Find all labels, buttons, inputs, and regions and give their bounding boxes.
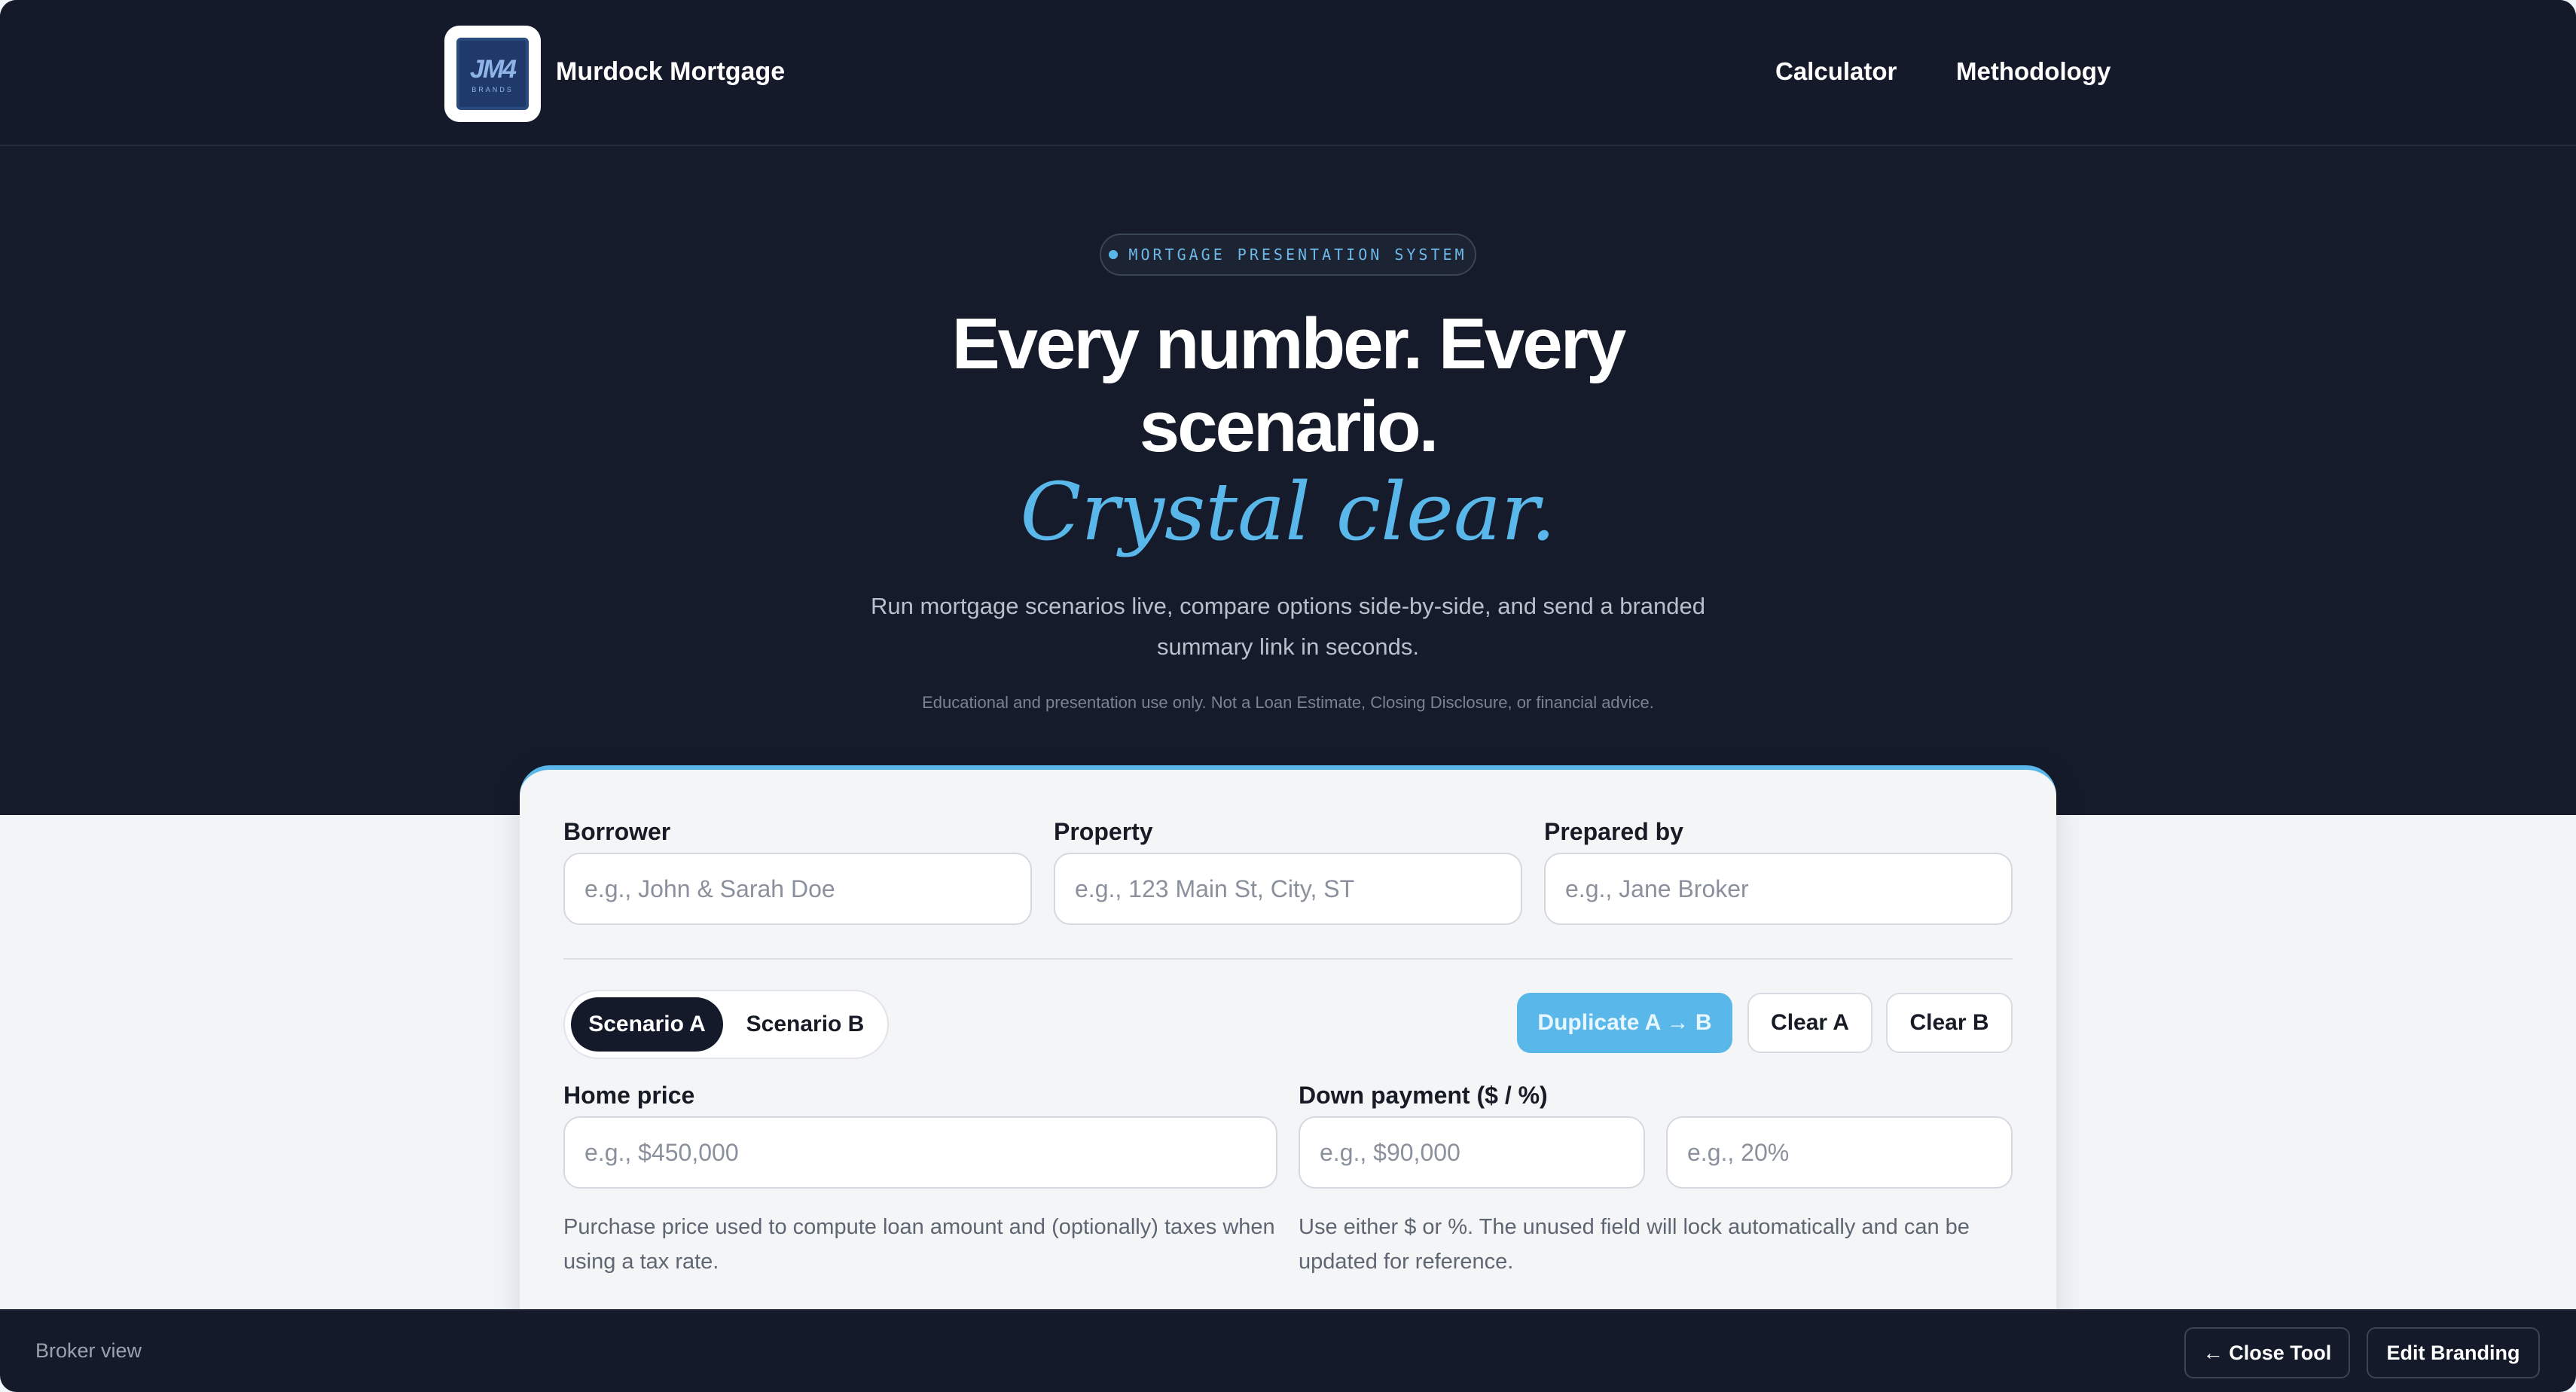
app-frame: JM4 BRANDS Murdock Mortgage Calculator M… [0,0,2576,1392]
edit-branding-button[interactable]: Edit Branding [2367,1327,2540,1378]
calculator-card: Borrower Property Prepared by Scenario A… [520,765,2056,1392]
top-nav-bar: JM4 BRANDS Murdock Mortgage Calculator M… [0,0,2576,146]
nav-calculator-link[interactable]: Calculator [1775,57,1897,86]
bottom-toolbar: Broker view ← Close Tool Edit Branding [0,1309,2576,1392]
prepared-by-label: Prepared by [1544,818,1683,845]
property-input[interactable] [1054,853,1522,925]
borrower-label: Borrower [563,818,671,845]
hero-title: Every number. Every scenario. [951,304,1627,467]
tab-scenario-b[interactable]: Scenario B [726,997,884,1052]
scenario-toggle: Scenario A Scenario B [563,990,889,1059]
status-dot-icon [1109,250,1119,259]
home-price-input[interactable] [563,1116,1277,1189]
duplicate-a-to-b-button[interactable]: Duplicate A → B [1517,993,1732,1053]
brand-logo[interactable]: JM4 BRANDS [444,26,541,122]
tab-scenario-a[interactable]: Scenario A [571,997,723,1052]
brand-name[interactable]: Murdock Mortgage [556,57,785,87]
hero-pill-label: MORTGAGE PRESENTATION SYSTEM [1128,246,1467,264]
home-price-help: Purchase price used to compute loan amou… [563,1215,1275,1274]
clear-a-button[interactable]: Clear A [1747,993,1872,1053]
home-price-label: Home price [563,1082,695,1109]
hero-disclaimer: Educational and presentation use only. N… [922,693,1654,712]
broker-view-label: Broker view [35,1339,142,1362]
logo-mark-text: JM4 [469,54,517,84]
down-payment-percent-input[interactable] [1666,1116,2013,1189]
close-tool-button[interactable]: ← Close Tool [2184,1327,2350,1378]
logo-emblem-icon: JM4 BRANDS [456,38,529,110]
down-payment-amount-input[interactable] [1299,1116,1645,1189]
property-label: Property [1054,818,1153,845]
hero-accent-title: Crystal clear. [1020,466,1556,558]
prepared-by-input[interactable] [1544,853,2013,925]
nav-methodology-link[interactable]: Methodology [1956,57,2111,86]
section-divider [563,958,2013,960]
down-payment-label: Down payment ($ / %) [1299,1082,1548,1109]
clear-b-button[interactable]: Clear B [1886,993,2013,1053]
down-payment-help: Use either $ or %. The unused field will… [1299,1215,1970,1274]
logo-sub-text: BRANDS [472,85,514,93]
hero-subtitle: Run mortgage scenarios live, compare opt… [870,593,1706,660]
borrower-input[interactable] [563,853,1032,925]
hero-pill-badge: MORTGAGE PRESENTATION SYSTEM [1100,234,1476,276]
